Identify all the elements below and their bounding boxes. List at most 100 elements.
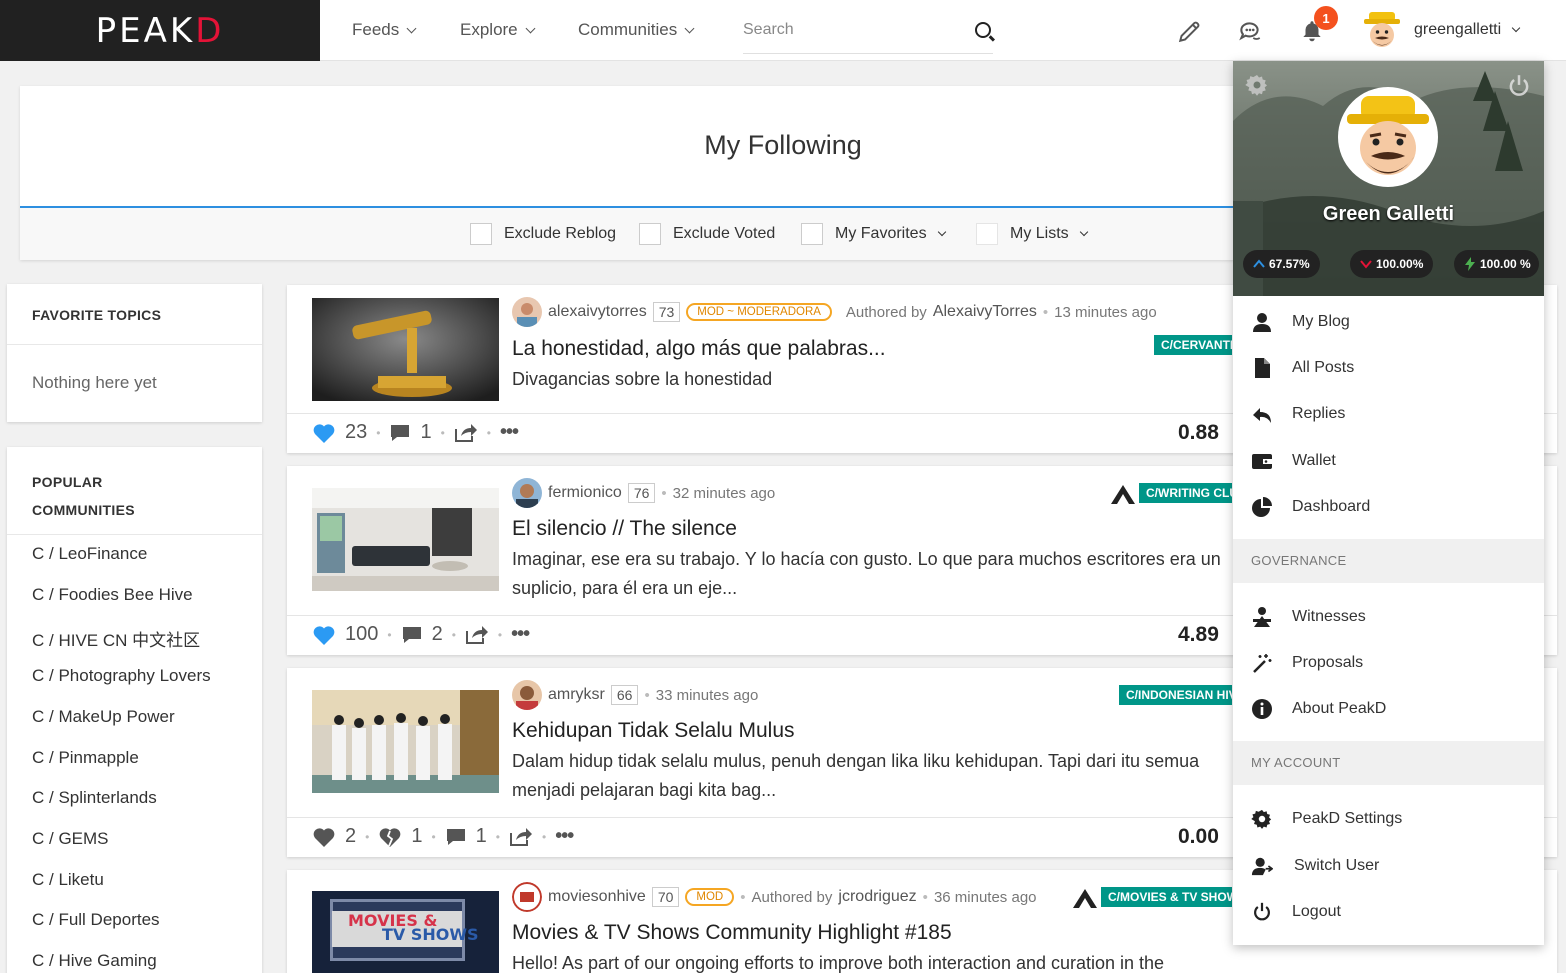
payout-value[interactable]: 0.88 [1178, 421, 1219, 445]
vote-count[interactable]: 2 [345, 825, 356, 848]
chat-icon[interactable] [1237, 18, 1263, 44]
menu-logout[interactable]: Logout [1251, 901, 1341, 923]
nav-explore[interactable]: Explore [460, 20, 536, 40]
community-link[interactable]: C / Foodies Bee Hive [32, 585, 193, 605]
pencil-icon[interactable] [1177, 18, 1203, 44]
power-icon[interactable] [1506, 73, 1532, 99]
community-link[interactable]: C / Splinterlands [32, 788, 157, 808]
comment-icon[interactable] [401, 625, 423, 645]
user-menu[interactable]: greengalletti [1362, 10, 1521, 50]
menu-all-posts[interactable]: All Posts [1251, 357, 1354, 379]
community-tag[interactable]: C/CERVANTES [1154, 335, 1232, 355]
nav-communities[interactable]: Communities [578, 20, 695, 40]
menu-switch-user[interactable]: Switch User [1251, 855, 1379, 877]
comment-count[interactable]: 1 [476, 825, 487, 848]
profile-avatar[interactable] [1337, 86, 1439, 188]
post-title[interactable]: Kehidupan Tidak Selalu Mulus [512, 719, 795, 743]
peakd-logo[interactable]: PEAKD [0, 0, 320, 61]
payout-value[interactable]: 0.00 [1178, 825, 1219, 849]
gear-icon[interactable] [1245, 73, 1269, 97]
vote-count[interactable]: 100 [345, 623, 378, 646]
post-time: 33 minutes ago [655, 686, 759, 704]
exclude-voted-filter[interactable]: Exclude Voted [639, 223, 775, 245]
post-summary[interactable]: Imaginar, ese era su trabajo. Y lo hacía… [512, 545, 1232, 603]
post-title[interactable]: La honestidad, algo más que palabras... [512, 337, 886, 361]
community-link[interactable]: C / GEMS [32, 829, 109, 849]
community-link[interactable]: C / Full Deportes [32, 910, 160, 930]
exclude-reblog-filter[interactable]: Exclude Reblog [470, 223, 616, 245]
author-avatar[interactable] [512, 297, 542, 327]
menu-label: Replies [1292, 405, 1346, 422]
downvote-count[interactable]: 1 [411, 825, 422, 848]
authored-by-name[interactable]: AlexaivyTorres [933, 303, 1037, 321]
heart-icon[interactable] [312, 422, 336, 444]
more-icon[interactable]: ••• [500, 421, 519, 444]
community-tag[interactable]: C/INDONESIAN HIVE [1119, 685, 1232, 705]
role-badge: MOD [685, 888, 735, 906]
exclude-voted-checkbox[interactable] [639, 223, 661, 245]
community-link[interactable]: C / Pinmapple [32, 748, 139, 768]
share-icon[interactable] [509, 827, 533, 847]
more-icon[interactable]: ••• [511, 623, 530, 646]
menu-about[interactable]: About PeakD [1251, 698, 1386, 720]
share-icon[interactable] [465, 625, 489, 645]
comment-icon[interactable] [389, 423, 411, 443]
community-tag[interactable]: C/MOVIES & TV SHOWS [1101, 887, 1232, 907]
authored-by-label: Authored by [751, 888, 833, 906]
broken-heart-icon[interactable] [378, 826, 402, 848]
community-link[interactable]: C / Hive Gaming [32, 951, 157, 971]
author-name[interactable]: alexaivytorres [548, 303, 647, 321]
post-thumbnail[interactable] [312, 690, 499, 793]
author-avatar[interactable] [512, 680, 542, 710]
exclude-reblog-checkbox[interactable] [470, 223, 492, 245]
post-time: 36 minutes ago [933, 888, 1037, 906]
menu-witnesses[interactable]: Witnesses [1251, 606, 1366, 628]
payout-value[interactable]: 4.89 [1178, 623, 1219, 647]
comment-icon[interactable] [445, 827, 467, 847]
menu-wallet[interactable]: Wallet [1251, 450, 1336, 472]
community-link[interactable]: C / Photography Lovers [32, 666, 211, 686]
user-dropdown-menu: Green Galletti 67.57% 100.00% 100.00 % M… [1233, 61, 1544, 945]
more-icon[interactable]: ••• [555, 825, 574, 848]
heart-icon[interactable] [312, 826, 336, 848]
my-lists-filter[interactable]: My Lists [976, 223, 1088, 245]
post-thumbnail[interactable] [312, 488, 499, 591]
comment-count[interactable]: 1 [420, 421, 431, 444]
menu-proposals[interactable]: Proposals [1251, 652, 1363, 674]
menu-my-blog[interactable]: My Blog [1251, 311, 1350, 333]
community-link[interactable]: C / HIVE CN 中文社区 [32, 626, 200, 651]
comment-count[interactable]: 2 [432, 623, 443, 646]
my-lists-checkbox[interactable] [976, 223, 998, 245]
nav-feeds[interactable]: Feeds [352, 20, 417, 40]
author-name[interactable]: amryksr [548, 686, 605, 704]
post-title[interactable]: El silencio // The silence [512, 517, 737, 541]
share-icon[interactable] [454, 423, 478, 443]
menu-settings[interactable]: PeakD Settings [1251, 808, 1402, 830]
vote-count[interactable]: 23 [345, 421, 367, 444]
community-tag[interactable]: C/WRITING CLUB [1139, 483, 1232, 503]
popular-communities-title: POPULAR COMMUNITIES [7, 447, 262, 534]
chevron-up-icon [1253, 259, 1265, 268]
community-link[interactable]: C / Liketu [32, 870, 104, 890]
post-summary[interactable]: Hello! As part of our ongoing efforts to… [512, 949, 1212, 973]
author-name[interactable]: moviesonhive [548, 888, 646, 906]
my-favorites-filter[interactable]: My Favorites [801, 223, 946, 245]
heart-icon[interactable] [312, 624, 336, 646]
community-link[interactable]: C / LeoFinance [32, 544, 147, 564]
menu-label: Witnesses [1292, 608, 1366, 625]
my-favorites-checkbox[interactable] [801, 223, 823, 245]
search-input[interactable] [743, 8, 953, 52]
post-summary[interactable]: Divagancias sobre la honestidad [512, 365, 1232, 394]
author-name[interactable]: fermionico [548, 484, 622, 502]
post-title[interactable]: Movies & TV Shows Community Highlight #1… [512, 921, 952, 945]
search-icon[interactable] [975, 22, 991, 38]
menu-replies[interactable]: Replies [1251, 403, 1345, 425]
community-link[interactable]: C / MakeUp Power [32, 707, 175, 727]
author-avatar[interactable] [512, 478, 542, 508]
authored-by-name[interactable]: jcrodriguez [838, 888, 916, 906]
menu-dashboard[interactable]: Dashboard [1251, 496, 1370, 518]
post-thumbnail[interactable]: MOVIES & TV SHOWS [312, 891, 499, 973]
author-avatar[interactable] [512, 882, 542, 912]
post-thumbnail[interactable] [312, 298, 499, 401]
post-summary[interactable]: Dalam hidup tidak selalu mulus, penuh de… [512, 747, 1232, 805]
